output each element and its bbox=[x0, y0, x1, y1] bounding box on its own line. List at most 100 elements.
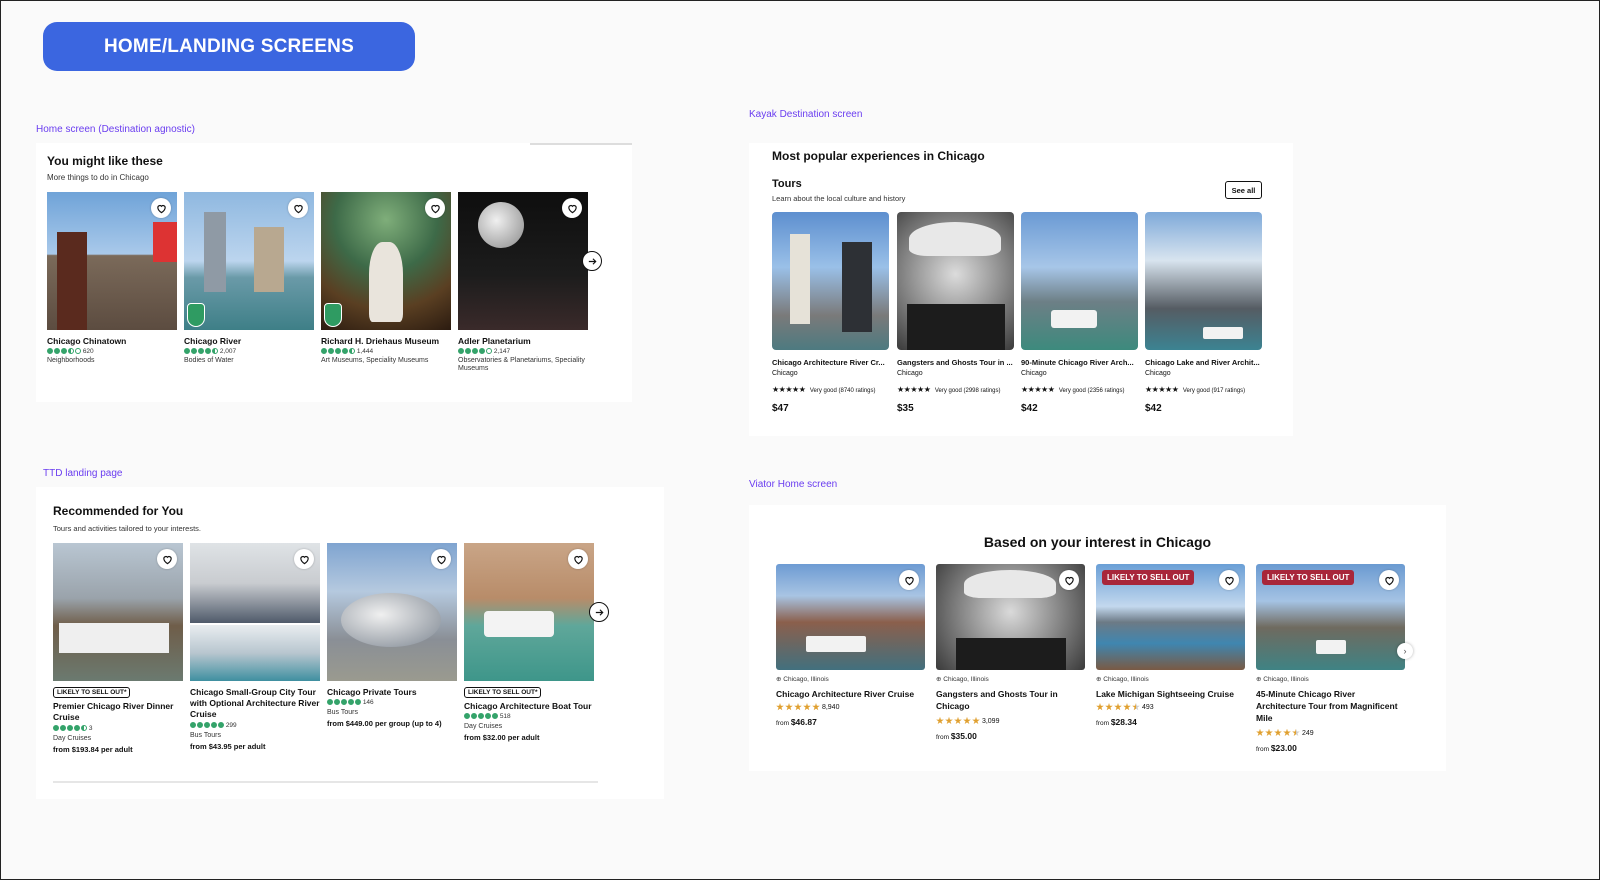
card-title: Chicago Small-Group City Tour with Optio… bbox=[190, 687, 320, 720]
ttd-title: Recommended for You bbox=[53, 504, 184, 518]
card-title: 45-Minute Chicago River Architecture Tou… bbox=[1256, 689, 1398, 723]
see-all-button[interactable]: See all bbox=[1225, 181, 1262, 199]
home-card[interactable]: Chicago River 2,007 Bodies of Water bbox=[184, 192, 314, 364]
arrow-right-icon bbox=[588, 257, 597, 265]
heart-icon[interactable] bbox=[288, 198, 308, 218]
star-rating-icon: ★★★★★ bbox=[897, 385, 931, 394]
rating-bubbles bbox=[53, 725, 87, 732]
home-card[interactable]: Chicago Chinatown 620 Neighborhoods bbox=[47, 192, 177, 364]
card-location: Chicago bbox=[772, 370, 798, 377]
ttd-card[interactable]: Chicago Private Tours 146 Bus Tours from… bbox=[327, 543, 457, 728]
review-count: 620 bbox=[82, 348, 94, 355]
heart-icon[interactable] bbox=[899, 570, 919, 590]
likely-to-sell-out-badge: LIKELY TO SELL OUT bbox=[1262, 570, 1355, 585]
heart-icon[interactable] bbox=[562, 198, 582, 218]
home-card[interactable]: Adler Planetarium 2,147 Observatories & … bbox=[458, 192, 588, 374]
price-prefix: from bbox=[1096, 720, 1109, 727]
heart-icon[interactable] bbox=[151, 198, 171, 218]
kayak-card[interactable]: Chicago Lake and River Archit... Chicago… bbox=[1145, 212, 1262, 414]
card-category: Day Cruises bbox=[464, 723, 503, 730]
river-architecture-photo: LIKELY TO SELL OUT bbox=[1256, 564, 1405, 670]
pagoda-shape bbox=[57, 232, 87, 330]
sign-shape bbox=[153, 222, 177, 262]
boat-shape bbox=[1203, 327, 1243, 339]
card-location: Chicago, Illinois bbox=[943, 676, 989, 683]
heart-icon[interactable] bbox=[431, 549, 451, 569]
next-arrow-button[interactable] bbox=[589, 602, 609, 622]
card-title: Chicago River bbox=[184, 336, 242, 346]
card-location: Chicago bbox=[1021, 370, 1047, 377]
river-boat-photo bbox=[1021, 212, 1138, 350]
price-prefix: from bbox=[936, 733, 949, 741]
kayak-card[interactable]: Chicago Architecture River Cr... Chicago… bbox=[772, 212, 889, 414]
home-card[interactable]: Richard H. Driehaus Museum 1,444 Art Mus… bbox=[321, 192, 451, 364]
card-title: Premier Chicago River Dinner Cruise bbox=[53, 701, 174, 723]
card-price: $35.00 bbox=[950, 730, 977, 741]
arrow-right-icon bbox=[595, 608, 604, 616]
card-price: from $32.00 per adult bbox=[464, 733, 540, 742]
star-rating-icon: ★★★★★ bbox=[1145, 385, 1179, 394]
heart-icon[interactable] bbox=[1379, 570, 1399, 590]
viator-card[interactable]: ⊕ Chicago, Illinois Gangsters and Ghosts… bbox=[936, 564, 1085, 741]
caption-kayak: Kayak Destination screen bbox=[749, 109, 863, 120]
carousel-scrollbar[interactable] bbox=[53, 781, 598, 783]
lake-skyline-photo bbox=[1145, 212, 1262, 350]
globe-icon: ⊕ bbox=[1096, 676, 1102, 683]
viator-panel: Based on your interest in Chicago ⊕ Chic… bbox=[749, 505, 1446, 771]
card-category: Observatories & Planetariums, Speciality… bbox=[458, 357, 585, 373]
heart-icon[interactable] bbox=[1219, 570, 1239, 590]
rating-bubbles bbox=[321, 348, 355, 355]
moon-shape bbox=[478, 202, 524, 248]
heart-icon[interactable] bbox=[568, 549, 588, 569]
star-rating-icon bbox=[936, 716, 980, 725]
card-title: Gangsters and Ghosts Tour in Chicago bbox=[936, 689, 1058, 711]
hat-shape bbox=[909, 222, 1001, 256]
kayak-card[interactable]: 90-Minute Chicago River Arch... Chicago … bbox=[1021, 212, 1138, 414]
ttd-panel: Recommended for You Tours and activities… bbox=[36, 487, 664, 799]
review-count: 8,940 bbox=[821, 703, 840, 711]
home-subtitle: More things to do in Chicago bbox=[47, 173, 149, 182]
boat-shape bbox=[1051, 310, 1097, 328]
globe-icon: ⊕ bbox=[1256, 676, 1262, 683]
rating-text: Very good (2998 ratings) bbox=[934, 388, 1001, 394]
card-location: Chicago, Illinois bbox=[1103, 676, 1149, 683]
viator-card[interactable]: ⊕ Chicago, Illinois Chicago Architecture… bbox=[776, 564, 925, 727]
heart-icon[interactable] bbox=[425, 198, 445, 218]
kayak-card[interactable]: Gangsters and Ghosts Tour in ... Chicago… bbox=[897, 212, 1014, 414]
card-title: Lake Michigan Sightseeing Cruise bbox=[1096, 689, 1234, 699]
boat-shape bbox=[484, 611, 554, 637]
review-count: 1,444 bbox=[356, 348, 374, 355]
tower-shape bbox=[790, 234, 810, 324]
home-panel: You might like these More things to do i… bbox=[36, 143, 632, 402]
rating-text: Very good (8740 ratings) bbox=[809, 388, 876, 394]
rating-bubbles bbox=[47, 348, 81, 355]
review-count: 493 bbox=[1141, 703, 1154, 711]
caption-ttd: TTD landing page bbox=[43, 468, 123, 479]
card-location: Chicago, Illinois bbox=[783, 676, 829, 683]
review-count: 299 bbox=[225, 722, 237, 730]
star-rating-icon: ★★★★★ bbox=[772, 385, 806, 394]
card-category: Art Museums, Speciality Museums bbox=[321, 357, 429, 364]
viator-title: Based on your interest in Chicago bbox=[983, 534, 1212, 550]
card-title: Chicago Chinatown bbox=[47, 336, 127, 346]
ttd-card[interactable]: LIKELY TO SELL OUT* Premier Chicago Rive… bbox=[53, 543, 183, 754]
viator-card[interactable]: LIKELY TO SELL OUT ⊕ Chicago, Illinois 4… bbox=[1256, 564, 1405, 753]
ttd-card[interactable]: Chicago Small-Group City Tour with Optio… bbox=[190, 543, 320, 751]
next-arrow-button[interactable]: › bbox=[1397, 643, 1413, 659]
rating-bubbles bbox=[464, 713, 498, 720]
heart-icon[interactable] bbox=[294, 549, 314, 569]
viator-card[interactable]: LIKELY TO SELL OUT ⊕ Chicago, Illinois L… bbox=[1096, 564, 1245, 727]
gangster-portrait-photo bbox=[897, 212, 1014, 350]
rating-bubbles bbox=[458, 348, 492, 355]
ttd-card[interactable]: LIKELY TO SELL OUT* Chicago Architecture… bbox=[464, 543, 594, 742]
kayak-title: Most popular experiences in Chicago bbox=[772, 149, 985, 163]
kayak-panel: Most popular experiences in Chicago Tour… bbox=[749, 143, 1293, 436]
card-title: Chicago Architecture River Cr... bbox=[772, 358, 885, 367]
bean-photo bbox=[327, 543, 457, 681]
card-price: $35 bbox=[897, 403, 914, 414]
heart-icon[interactable] bbox=[1059, 570, 1079, 590]
card-title: 90-Minute Chicago River Arch... bbox=[1021, 358, 1134, 367]
museum-photo bbox=[321, 192, 451, 330]
next-arrow-button[interactable] bbox=[582, 251, 602, 271]
heart-icon[interactable] bbox=[157, 549, 177, 569]
